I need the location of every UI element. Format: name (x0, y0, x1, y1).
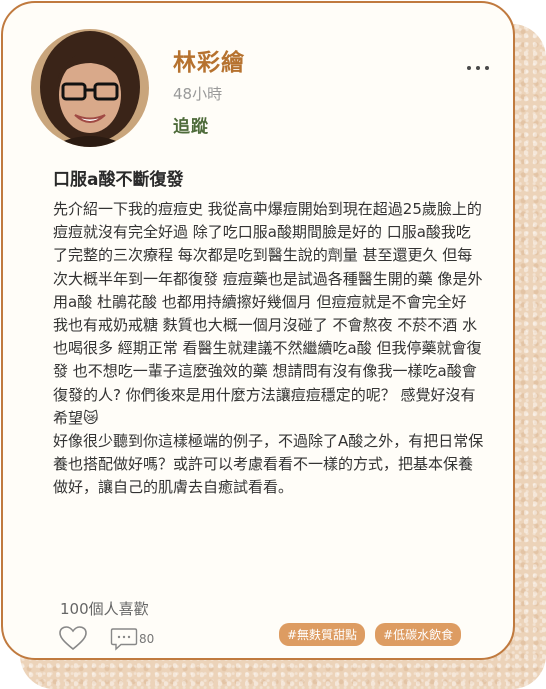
more-dot (467, 66, 471, 70)
tag-gluten-free-dessert[interactable]: #無麩質甜點 (279, 623, 366, 646)
post-time: 48小時 (173, 85, 223, 103)
post-card: 林彩繪 48小時 追蹤 口服a酸不斷復發 先介紹一下我的痘痘史 我從高中爆痘開始… (1, 1, 515, 660)
tag-low-carb-diet[interactable]: #低碳水飲食 (375, 623, 462, 646)
heart-icon[interactable] (58, 625, 88, 651)
post-body: 先介紹一下我的痘痘史 我從高中爆痘開始到現在超過25歲臉上的痘痘就沒有完全好過 … (53, 200, 484, 497)
avatar[interactable] (31, 29, 149, 147)
likes-count: 100個人喜歡 (60, 600, 149, 618)
author-name[interactable]: 林彩繪 (173, 43, 245, 77)
tag-list: #無麩質甜點 #低碳水飲食 (279, 623, 462, 646)
more-dot (476, 66, 480, 70)
more-dots-icon[interactable] (467, 63, 489, 73)
post-title: 口服a酸不斷復發 (53, 170, 184, 190)
comment-count: 80 (139, 632, 155, 646)
comment-bubble-icon[interactable] (110, 627, 138, 651)
follow-button[interactable]: 追蹤 (173, 112, 209, 137)
more-dot (485, 66, 489, 70)
